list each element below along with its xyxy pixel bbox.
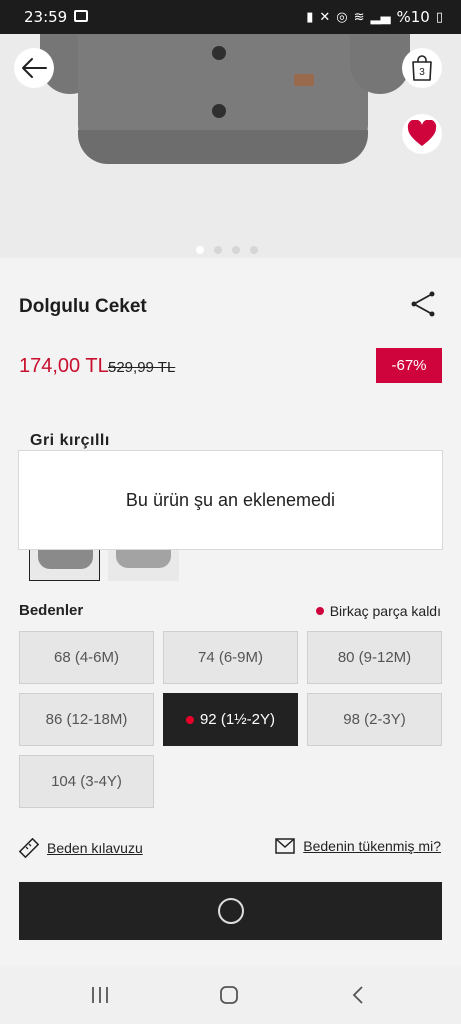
battery-saver-icon: ▮ xyxy=(306,9,314,25)
share-icon xyxy=(411,291,435,317)
low-stock-dot-icon xyxy=(185,715,194,724)
size-label: 98 (2-3Y) xyxy=(343,711,406,728)
discount-badge: -67% xyxy=(376,348,442,383)
arrow-left-icon xyxy=(22,58,47,78)
heart-icon xyxy=(407,120,437,146)
size-sold-out-text: Bedenin tükenmiş mi? xyxy=(303,838,441,854)
carousel-dot[interactable] xyxy=(214,246,222,254)
sizes-label: Bedenler xyxy=(19,602,84,619)
battery-level: %10 xyxy=(396,8,430,26)
jacket-hem xyxy=(78,130,368,164)
ruler-icon xyxy=(19,838,39,858)
wifi-icon: ≋ xyxy=(353,9,365,25)
spinner-icon xyxy=(217,898,244,924)
signal-icon: ▂▄ xyxy=(370,9,391,25)
carousel-dot[interactable] xyxy=(232,246,240,254)
carousel-dot[interactable] xyxy=(196,246,204,254)
low-stock-note: Birkaç parça kaldı xyxy=(315,603,441,619)
battery-icon: ▯ xyxy=(435,9,443,25)
home-icon xyxy=(220,986,238,1004)
shopping-bag-icon: 3 xyxy=(412,55,432,81)
size-option[interactable]: 98 (2-3Y) xyxy=(307,693,442,746)
size-option[interactable]: 68 (4-6M) xyxy=(19,631,154,684)
size-option[interactable]: 80 (9-12M) xyxy=(307,631,442,684)
hotspot-icon: ◎ xyxy=(336,9,348,25)
add-to-cart-button[interactable] xyxy=(19,882,442,940)
chevron-left-icon xyxy=(352,986,363,1004)
size-option[interactable]: 86 (12-18M) xyxy=(19,693,154,746)
home-button[interactable] xyxy=(217,984,241,1006)
gallery-notification-icon xyxy=(74,10,88,22)
share-button[interactable] xyxy=(410,290,438,318)
jacket-sleeve xyxy=(350,34,410,94)
product-title: Dolgulu Ceket xyxy=(19,296,147,317)
size-option[interactable]: 74 (6-9M) xyxy=(163,631,298,684)
size-option-selected[interactable]: 92 (1½-2Y) xyxy=(163,693,298,746)
size-label: 68 (4-6M) xyxy=(53,649,120,666)
jacket-button xyxy=(212,46,226,60)
envelope-icon xyxy=(275,838,295,854)
recent-apps-button[interactable] xyxy=(88,984,112,1006)
toast-message: Bu ürün şu an eklenemedi xyxy=(125,489,336,510)
back-button[interactable] xyxy=(14,48,54,88)
carousel-dot[interactable] xyxy=(250,246,258,254)
system-navigation-bar xyxy=(0,966,461,1024)
size-label: 104 (3-4Y) xyxy=(51,773,122,790)
size-label: 86 (12-18M) xyxy=(45,711,128,728)
size-label: 74 (6-9M) xyxy=(197,649,264,666)
current-price: 174,00 TL xyxy=(19,355,109,377)
cart-count: 3 xyxy=(419,67,425,78)
status-icons: ▮ ✕ ◎ ≋ ▂▄ %10 ▯ xyxy=(306,8,443,26)
error-toast: Bu ürün şu an eklenemedi xyxy=(18,450,443,550)
size-guide-link[interactable]: Beden kılavuzu xyxy=(19,838,143,858)
status-time: 23:59 xyxy=(24,8,68,26)
product-image-carousel[interactable] xyxy=(0,34,461,258)
size-label: 92 (1½-2Y) xyxy=(199,711,276,728)
favorite-button[interactable] xyxy=(402,114,442,154)
system-back-button[interactable] xyxy=(346,984,370,1006)
color-name: Gri kırçıllı xyxy=(30,432,110,449)
jacket-label xyxy=(294,74,314,86)
recent-apps-icon xyxy=(92,987,108,1003)
size-option[interactable]: 104 (3-4Y) xyxy=(19,755,154,808)
size-sold-out-link[interactable]: Bedenin tükenmiş mi? xyxy=(275,838,441,854)
jacket-button xyxy=(212,104,226,118)
size-label: 80 (9-12M) xyxy=(337,649,412,666)
low-stock-dot-icon xyxy=(315,607,324,615)
status-bar: 23:59 ▮ ✕ ◎ ≋ ▂▄ %10 ▯ xyxy=(0,0,461,34)
carousel-dots xyxy=(196,246,258,254)
low-stock-text: Birkaç parça kaldı xyxy=(329,603,441,619)
mute-icon: ✕ xyxy=(319,9,331,25)
original-price: 529,99 TL xyxy=(108,359,176,376)
shopping-bag-button[interactable]: 3 xyxy=(402,48,442,88)
size-guide-text: Beden kılavuzu xyxy=(47,840,143,856)
